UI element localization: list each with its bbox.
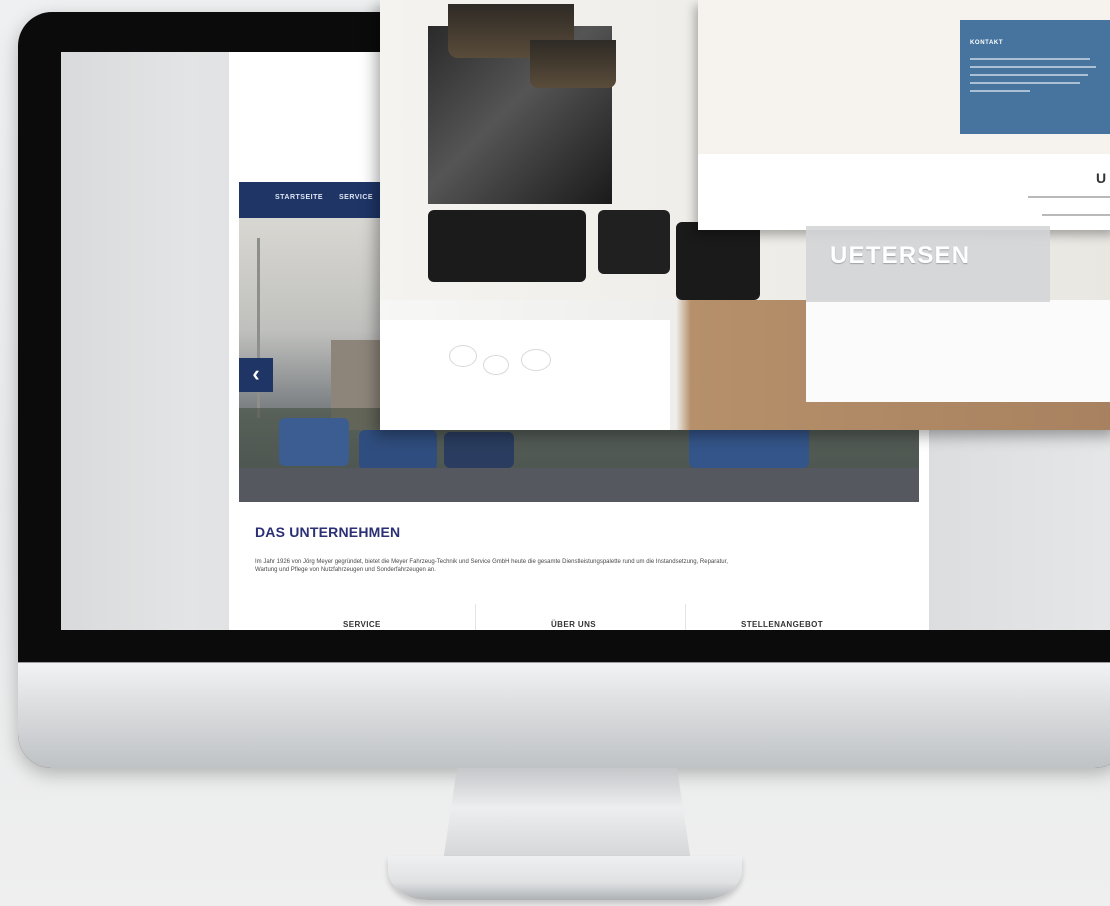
slider-prev-button[interactable]: ‹ (239, 358, 273, 392)
text-line (970, 66, 1096, 68)
pendant-lamp (530, 40, 616, 88)
info-box: KONTAKT (960, 20, 1110, 134)
section-text: Im Jahr 1926 von Jörg Meyer gegründet, b… (255, 559, 728, 573)
vehicle (444, 432, 514, 468)
orchid-flower (450, 346, 476, 366)
column-heading-ueber-uns[interactable]: ÜBER UNS (551, 620, 596, 629)
text-line (970, 90, 1030, 92)
website-preview-card: KONTAKT U (698, 0, 1110, 230)
text-line (970, 82, 1080, 84)
column-divider (475, 604, 476, 630)
reception-counter (380, 320, 670, 430)
white-desk (806, 300, 1110, 402)
column-heading-stellenangebot[interactable]: STELLENANGEBOT (741, 620, 823, 629)
column-divider (685, 604, 686, 630)
chevron-left-icon: ‹ (252, 361, 260, 386)
asphalt (239, 468, 919, 502)
black-armchair (598, 210, 670, 274)
monitor-stand (442, 768, 692, 868)
monitor-stand-base (388, 856, 742, 900)
vehicle (689, 426, 809, 468)
orchid-flower (522, 350, 550, 370)
nav-item-startseite[interactable]: STARTSEITE (275, 194, 323, 201)
column-heading-service[interactable]: SERVICE (343, 620, 381, 629)
nav-item-service[interactable]: SERVICE (339, 194, 373, 201)
black-armchair (676, 222, 760, 300)
city-label-card: UETERSEN (806, 226, 1050, 302)
info-box-title: KONTAKT (970, 40, 1004, 46)
text-line (1028, 196, 1110, 198)
preview-heading: U (1096, 170, 1107, 186)
black-sofa (428, 210, 586, 282)
section-title: DAS UNTERNEHMEN (255, 524, 401, 540)
monitor-chin (18, 662, 1110, 768)
vehicle (279, 418, 349, 466)
vehicle (359, 430, 437, 470)
text-line (1042, 214, 1110, 216)
text-line (970, 58, 1090, 60)
card-footer (698, 154, 1110, 230)
city-name: UETERSEN (830, 242, 971, 269)
orchid-flower (484, 356, 508, 374)
text-line (970, 74, 1088, 76)
